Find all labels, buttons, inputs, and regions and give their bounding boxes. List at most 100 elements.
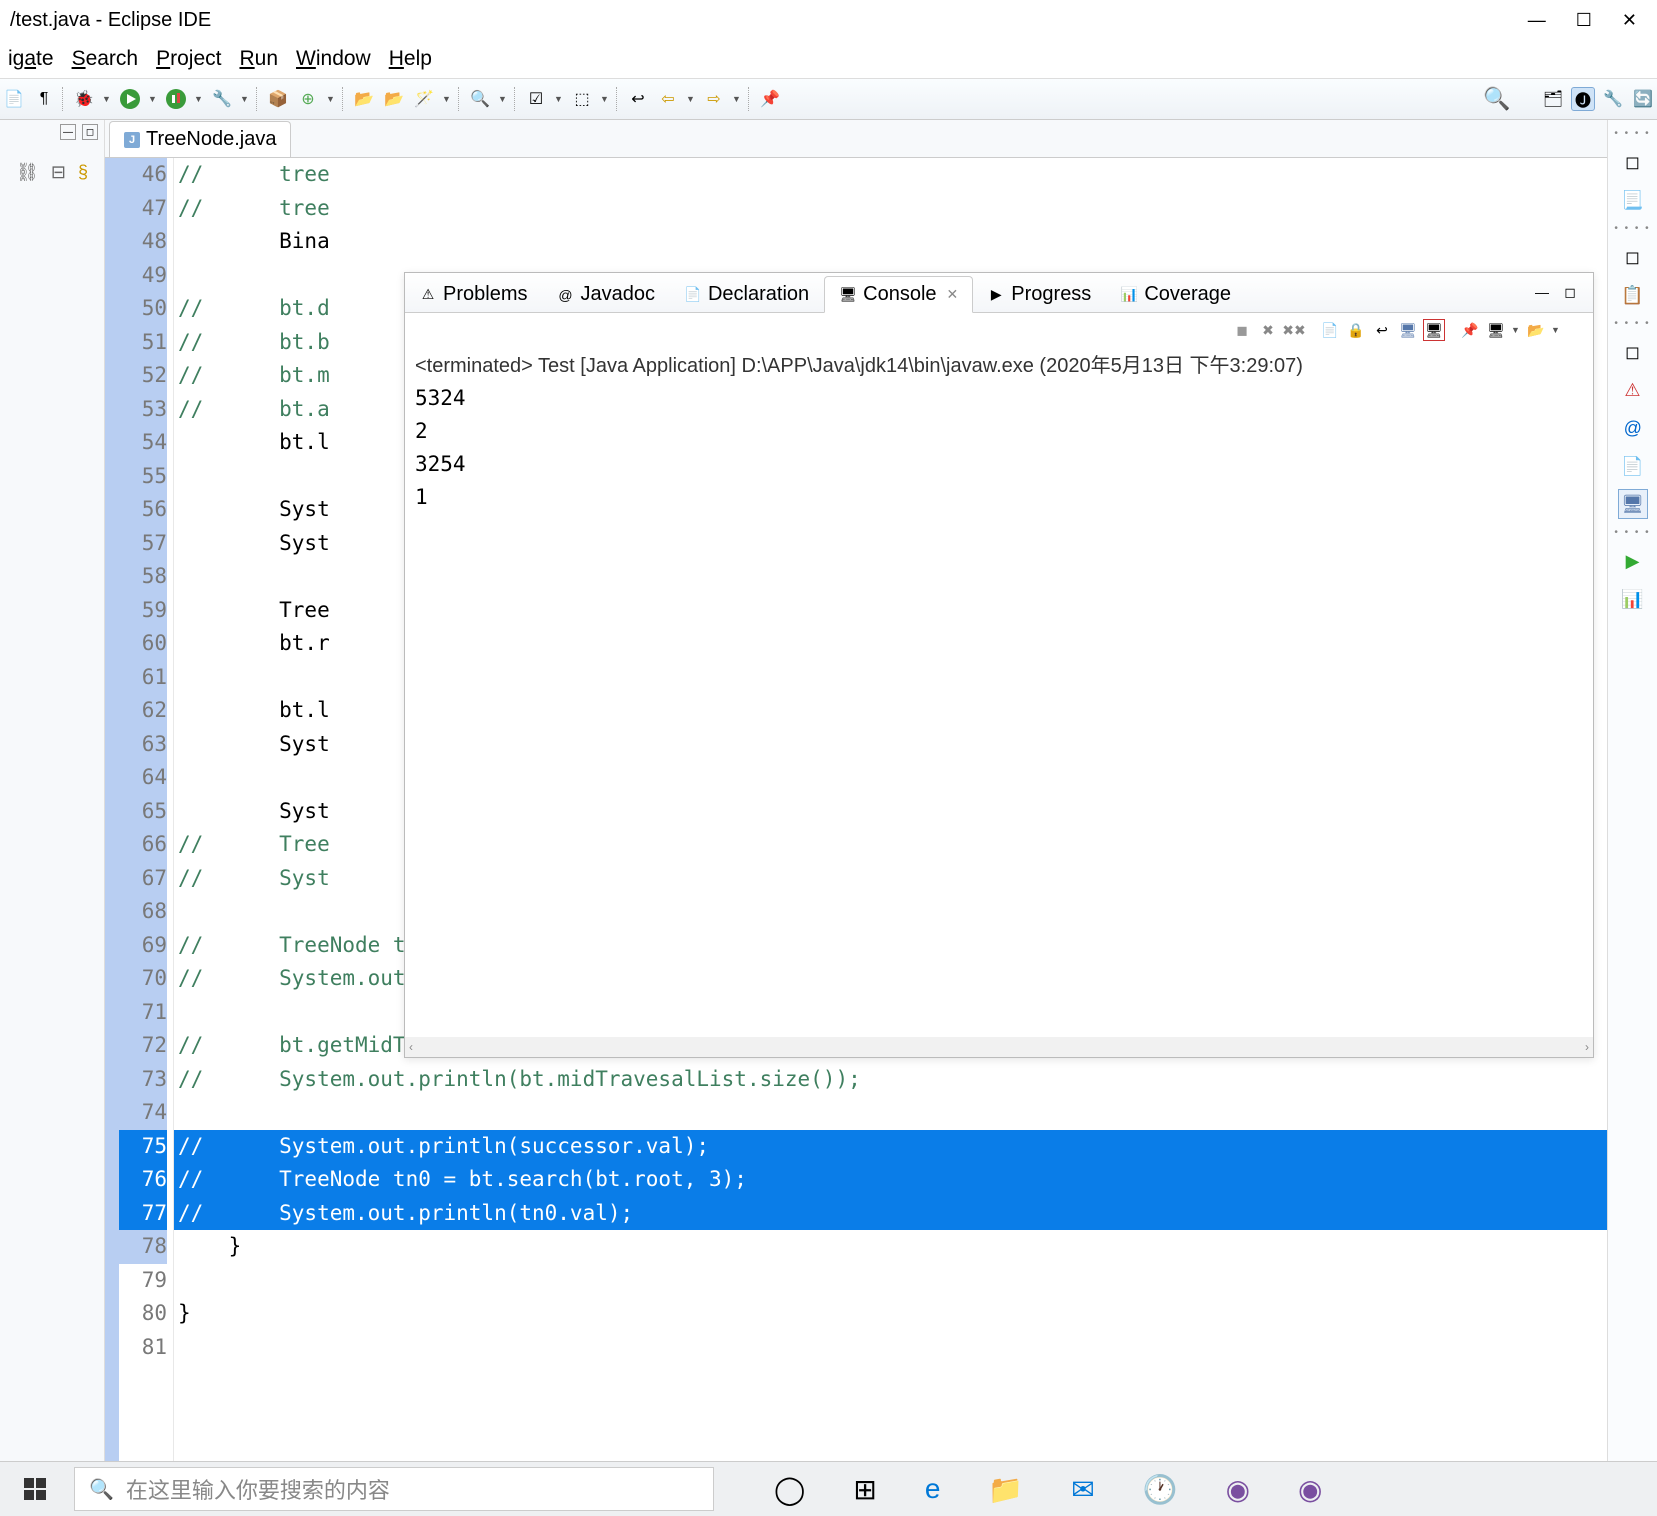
- javadoc-icon[interactable]: @: [1618, 413, 1648, 443]
- minimize-view-icon[interactable]: —: [60, 124, 76, 140]
- remove-launch-icon[interactable]: ✖: [1257, 319, 1279, 341]
- task-list-icon[interactable]: 📋: [1618, 280, 1648, 310]
- close-tab-icon[interactable]: ✕: [947, 286, 959, 303]
- taskbar-search[interactable]: 🔍 在这里输入你要搜索的内容: [74, 1467, 714, 1511]
- cortana-icon[interactable]: ◯: [774, 1473, 805, 1506]
- dropdown-icon[interactable]: ▼: [686, 94, 696, 104]
- new-icon[interactable]: 📄: [2, 87, 26, 111]
- back-icon[interactable]: ⇦: [656, 87, 680, 111]
- code-line[interactable]: Bina: [174, 225, 1607, 259]
- code-line[interactable]: }: [174, 1297, 1607, 1331]
- run-last-icon[interactable]: 🔧: [210, 87, 234, 111]
- show-console-on-err-icon[interactable]: 🖥: [1423, 319, 1445, 341]
- dropdown-icon[interactable]: ▼: [1551, 325, 1561, 335]
- tab-declaration[interactable]: 📄Declaration: [670, 277, 824, 312]
- search-access-icon[interactable]: 🔍: [1485, 87, 1509, 111]
- restore-view-icon[interactable]: ◻: [82, 124, 98, 140]
- pin-editor-icon[interactable]: 📌: [758, 87, 782, 111]
- restore-icon[interactable]: ◻: [1618, 242, 1648, 272]
- word-wrap-icon[interactable]: ↩: [1371, 319, 1393, 341]
- forward-icon[interactable]: ⇨: [702, 87, 726, 111]
- outline-icon[interactable]: §: [78, 162, 88, 183]
- tab-coverage[interactable]: 📊Coverage: [1106, 277, 1246, 312]
- run-icon[interactable]: [118, 87, 142, 111]
- dropdown-icon[interactable]: ▼: [148, 94, 158, 104]
- dropdown-icon[interactable]: ▼: [498, 94, 508, 104]
- close-button[interactable]: ✕: [1622, 10, 1637, 31]
- scroll-lock-icon[interactable]: 🔒: [1345, 319, 1367, 341]
- minimize-button[interactable]: —: [1528, 10, 1546, 31]
- declaration-icon[interactable]: 📄: [1618, 451, 1648, 481]
- open-console-icon[interactable]: 📂: [1525, 319, 1547, 341]
- tab-javadoc[interactable]: @Javadoc: [542, 277, 670, 312]
- dropdown-icon[interactable]: ▼: [442, 94, 452, 104]
- remove-all-icon[interactable]: ✖✖: [1283, 319, 1305, 341]
- minimize-panel-icon[interactable]: —: [1531, 281, 1553, 303]
- pilcrow-icon[interactable]: ¶: [32, 87, 56, 111]
- console-icon[interactable]: 🖥: [1618, 489, 1648, 519]
- code-line[interactable]: // System.out.println(bt.midTravesalList…: [174, 1063, 1607, 1097]
- console-scrollbar[interactable]: ‹ ›: [405, 1037, 1593, 1057]
- dropdown-icon[interactable]: ▼: [326, 94, 336, 104]
- restore-icon[interactable]: ◻: [1618, 147, 1648, 177]
- new-package-icon[interactable]: 📦: [266, 87, 290, 111]
- coverage-icon[interactable]: [164, 87, 188, 111]
- wand-icon[interactable]: 🪄: [412, 87, 436, 111]
- hierarchy-icon[interactable]: ⊟: [51, 162, 66, 183]
- pin-console-icon[interactable]: 📌: [1459, 319, 1481, 341]
- tab-console[interactable]: 🖥Console✕: [824, 276, 973, 313]
- start-button[interactable]: [0, 1462, 70, 1516]
- maximize-panel-icon[interactable]: ◻: [1559, 281, 1581, 303]
- scroll-left-icon[interactable]: ‹: [409, 1040, 413, 1054]
- code-line[interactable]: // tree: [174, 158, 1607, 192]
- clock-icon[interactable]: 🕐: [1143, 1473, 1178, 1506]
- menu-run[interactable]: Run: [239, 47, 278, 71]
- dropdown-icon[interactable]: ▼: [240, 94, 250, 104]
- console-output[interactable]: 5324232541: [405, 380, 1593, 1037]
- dropdown-icon[interactable]: ▼: [600, 94, 610, 104]
- open-perspective-icon[interactable]: 🗂: [1541, 87, 1565, 111]
- code-line[interactable]: [174, 1331, 1607, 1365]
- clear-console-icon[interactable]: 📄: [1319, 319, 1341, 341]
- debug-perspective-icon[interactable]: 🔧: [1601, 87, 1625, 111]
- dropdown-icon[interactable]: ▼: [732, 94, 742, 104]
- eclipse-app-icon-2[interactable]: ◉: [1298, 1473, 1322, 1506]
- menu-project[interactable]: Project: [156, 47, 221, 71]
- tab-progress[interactable]: ▶Progress: [973, 277, 1106, 312]
- next-annotation-icon[interactable]: ↩: [626, 87, 650, 111]
- debug-icon[interactable]: 🐞: [72, 87, 96, 111]
- restore-icon[interactable]: ◻: [1618, 337, 1648, 367]
- editor-tab-treenode[interactable]: J TreeNode.java: [109, 121, 291, 157]
- progress-icon[interactable]: ▶: [1618, 546, 1648, 576]
- code-line[interactable]: [174, 1096, 1607, 1130]
- menu-igate[interactable]: igate: [8, 47, 54, 71]
- task-view-icon[interactable]: ⊞: [853, 1473, 876, 1506]
- outline-view-icon[interactable]: 📃: [1618, 185, 1648, 215]
- open-type-icon[interactable]: 📂: [352, 87, 376, 111]
- code-line[interactable]: // tree: [174, 192, 1607, 226]
- open-task-icon[interactable]: 📂: [382, 87, 406, 111]
- tab-problems[interactable]: ⚠Problems: [405, 277, 542, 312]
- dropdown-icon[interactable]: ▼: [1511, 325, 1521, 335]
- code-line[interactable]: [174, 1264, 1607, 1298]
- java-perspective-icon[interactable]: 🅙: [1571, 87, 1595, 111]
- display-selected-icon[interactable]: 🖥: [1485, 319, 1507, 341]
- mail-icon[interactable]: ✉: [1071, 1473, 1094, 1506]
- code-line[interactable]: }: [174, 1230, 1607, 1264]
- team-perspective-icon[interactable]: 🔄: [1631, 87, 1655, 111]
- edge-icon[interactable]: e: [925, 1473, 941, 1505]
- menu-window[interactable]: Window: [296, 47, 371, 71]
- new-class-icon[interactable]: ⊕: [296, 87, 320, 111]
- dropdown-icon[interactable]: ▼: [102, 94, 112, 104]
- file-explorer-icon[interactable]: 📁: [988, 1473, 1023, 1506]
- dropdown-icon[interactable]: ▼: [194, 94, 204, 104]
- package-explorer-icon[interactable]: ⛓: [16, 162, 39, 183]
- scroll-right-icon[interactable]: ›: [1585, 1040, 1589, 1054]
- problems-icon[interactable]: ⚠: [1618, 375, 1648, 405]
- menu-search[interactable]: Search: [72, 47, 139, 71]
- coverage-icon[interactable]: 📊: [1618, 584, 1648, 614]
- toggle-block-icon[interactable]: ⬚: [570, 87, 594, 111]
- dropdown-icon[interactable]: ▼: [554, 94, 564, 104]
- menu-help[interactable]: Help: [389, 47, 432, 71]
- toggle-mark-icon[interactable]: ☑: [524, 87, 548, 111]
